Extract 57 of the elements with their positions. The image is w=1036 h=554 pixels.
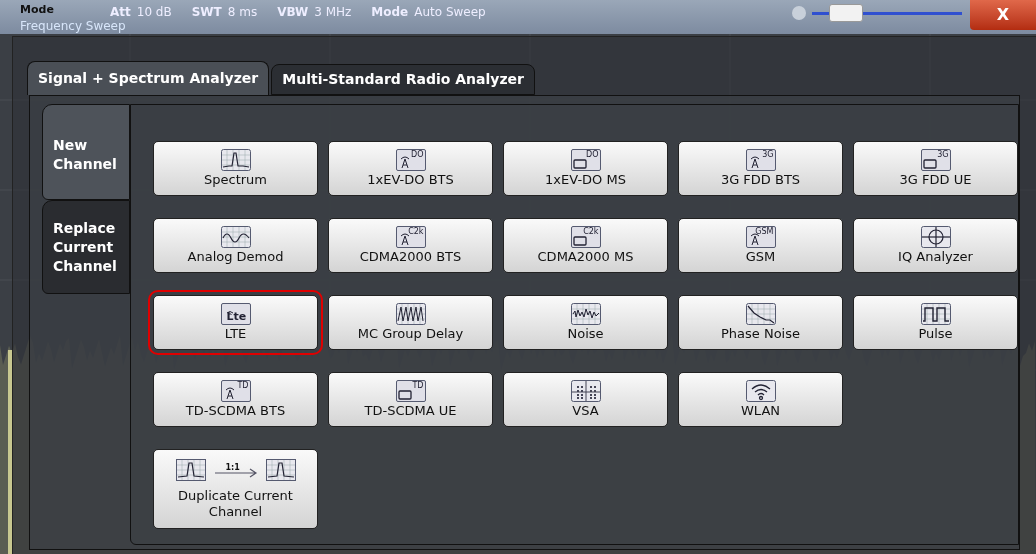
side-tab[interactable]: Replace Current Channel xyxy=(42,200,130,294)
field-value: Auto Sweep xyxy=(414,4,486,21)
zoom-slider[interactable] xyxy=(812,4,962,22)
field-value: 10 dB xyxy=(136,4,172,21)
mode-button[interactable]: 3G 3G FDD UE xyxy=(853,141,1018,196)
field-label: VBW xyxy=(277,4,309,21)
spectrum-icon xyxy=(175,458,206,481)
handset-icon: 3G xyxy=(920,149,951,171)
crosshair-icon xyxy=(920,226,951,248)
antenna-handset-icon: GSM xyxy=(745,226,776,248)
mode-button[interactable]: C2k CDMA2000 BTS xyxy=(328,218,493,273)
mode-button[interactable]: MC Group Delay xyxy=(328,295,493,350)
mode-button[interactable]: DO 1xEV-DO MS xyxy=(503,141,668,196)
field-label: SWT xyxy=(191,4,222,21)
mode-button[interactable]: WLAN xyxy=(678,372,843,427)
field-label: Att xyxy=(110,4,131,21)
antenna-icon: C2k xyxy=(395,226,426,248)
antenna-icon: 3G xyxy=(745,149,776,171)
handset-icon: DO xyxy=(570,149,601,171)
close-button[interactable]: X xyxy=(970,0,1036,30)
mode-button[interactable]: TD TD-SCDMA BTS xyxy=(153,372,318,427)
mode-button[interactable]: Spectrum xyxy=(153,141,318,196)
window-subtitle: Frequency Sweep xyxy=(20,20,126,32)
spectrum-icon xyxy=(220,149,251,171)
mode-button[interactable]: TD TD-SCDMA UE xyxy=(328,372,493,427)
mode-button[interactable]: Noise xyxy=(503,295,668,350)
pulse-icon xyxy=(920,303,951,325)
handset-icon: TD xyxy=(395,380,426,402)
field-value: 3 MHz xyxy=(314,4,352,21)
wifi-icon xyxy=(745,380,776,402)
mode-button[interactable]: Analog Demod xyxy=(153,218,318,273)
signal-icon: Lte xyxy=(220,303,251,325)
mode-button[interactable]: Phase Noise xyxy=(678,295,843,350)
grid-icon xyxy=(570,380,601,402)
noise-icon xyxy=(570,303,601,325)
mode-button[interactable]: IQ Analyzer xyxy=(853,218,1018,273)
spectrum-icon xyxy=(265,458,296,481)
window-title: Mode xyxy=(20,4,55,16)
mode-button[interactable]: 3G 3G FDD BTS xyxy=(678,141,843,196)
side-tab[interactable]: New Channel xyxy=(42,104,130,200)
mode-button[interactable]: VSA xyxy=(503,372,668,427)
multi-peak-icon xyxy=(395,303,426,325)
mode-button[interactable]: C2k CDMA2000 MS xyxy=(503,218,668,273)
handset-icon: C2k xyxy=(570,226,601,248)
mode-button[interactable]: Pulse xyxy=(853,295,1018,350)
antenna-icon: DO xyxy=(395,149,426,171)
mode-button[interactable]: GSM GSM xyxy=(678,218,843,273)
mode-button[interactable]: 1:1 Duplicate Current Channel xyxy=(153,449,318,529)
field-value: 8 ms xyxy=(227,4,258,21)
wave-icon xyxy=(220,226,251,248)
tab[interactable]: Multi-Standard Radio Analyzer xyxy=(271,64,535,95)
toggle-icon xyxy=(792,6,806,20)
falling-curve-icon xyxy=(745,303,776,325)
mode-button[interactable]: DO 1xEV-DO BTS xyxy=(328,141,493,196)
antenna-icon: TD xyxy=(220,380,251,402)
tab[interactable]: Signal + Spectrum Analyzer xyxy=(27,61,270,95)
field-label: Mode xyxy=(371,4,409,21)
